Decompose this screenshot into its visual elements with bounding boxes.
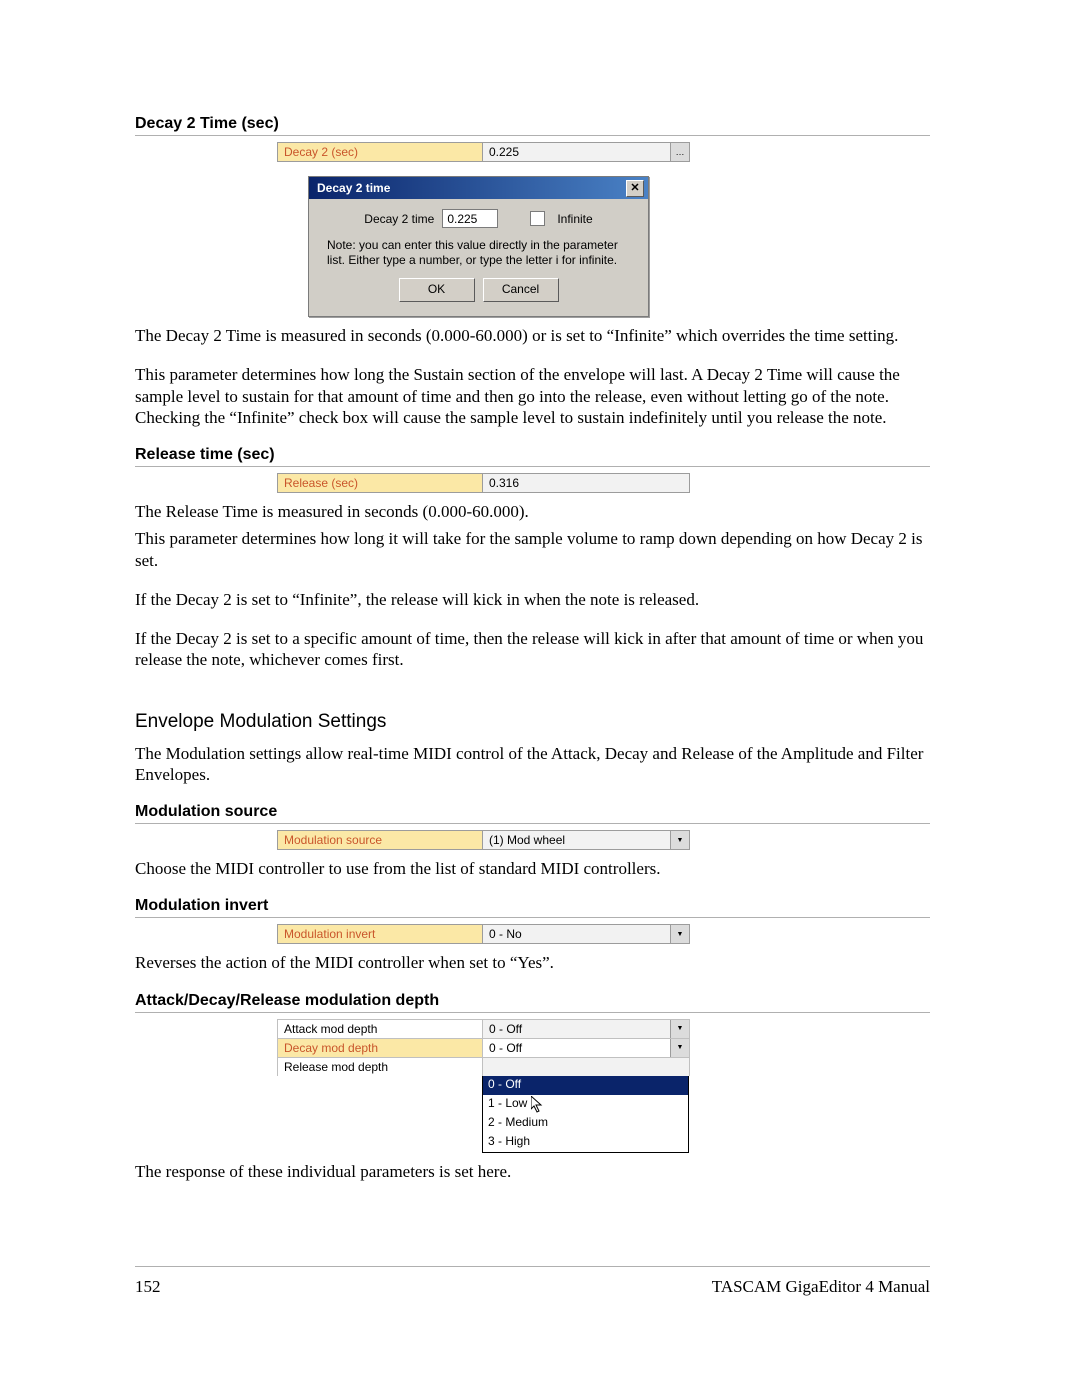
param-label: Decay mod depth bbox=[278, 1039, 483, 1057]
body-text: Choose the MIDI controller to use from t… bbox=[135, 858, 930, 879]
ellipsis-button[interactable]: … bbox=[670, 143, 689, 161]
heading-env-mod: Envelope Modulation Settings bbox=[135, 711, 930, 733]
close-icon[interactable]: ✕ bbox=[626, 180, 644, 197]
dropdown-icon[interactable]: ▼ bbox=[670, 1020, 689, 1038]
body-text: Reverses the action of the MIDI controll… bbox=[135, 952, 930, 973]
dropdown-option[interactable]: 1 - Low bbox=[483, 1095, 688, 1114]
dropdown-option[interactable]: 2 - Medium bbox=[483, 1114, 688, 1133]
param-value[interactable]: 0 - Off bbox=[483, 1039, 670, 1057]
infinite-checkbox-label: Infinite bbox=[557, 212, 592, 226]
body-text: This parameter determines how long the S… bbox=[135, 364, 930, 428]
row-release-mod-depth[interactable]: Release mod depth bbox=[277, 1057, 690, 1076]
dropdown-icon[interactable]: ▼ bbox=[670, 1039, 689, 1057]
param-label: Attack mod depth bbox=[278, 1020, 483, 1038]
body-text: If the Decay 2 is set to “Infinite”, the… bbox=[135, 589, 930, 610]
row-attack-mod-depth[interactable]: Attack mod depth 0 - Off ▼ bbox=[277, 1019, 690, 1038]
mod-depth-table: Attack mod depth 0 - Off ▼ Decay mod dep… bbox=[277, 1019, 690, 1153]
dropdown-icon[interactable]: ▼ bbox=[670, 831, 689, 849]
param-row-mod-invert[interactable]: Modulation invert 0 - No ▼ bbox=[277, 924, 690, 944]
body-text: This parameter determines how long it wi… bbox=[135, 528, 930, 571]
heading-mod-invert: Modulation invert bbox=[135, 897, 930, 918]
body-text: If the Decay 2 is set to a specific amou… bbox=[135, 628, 930, 671]
ok-button[interactable]: OK bbox=[399, 278, 475, 302]
param-label: Modulation source bbox=[278, 831, 483, 849]
body-text: The Decay 2 Time is measured in seconds … bbox=[135, 325, 930, 346]
mouse-cursor-icon bbox=[531, 1096, 544, 1114]
row-decay-mod-depth[interactable]: Decay mod depth 0 - Off ▼ bbox=[277, 1038, 690, 1057]
dropdown-option[interactable]: 3 - High bbox=[483, 1133, 688, 1152]
dialog-titlebar: Decay 2 time ✕ bbox=[309, 177, 648, 199]
dropdown-icon[interactable]: ▼ bbox=[670, 925, 689, 943]
param-value[interactable] bbox=[483, 1058, 689, 1076]
param-label: Release (sec) bbox=[278, 474, 483, 492]
heading-decay2: Decay 2 Time (sec) bbox=[135, 115, 930, 136]
param-value[interactable]: (1) Mod wheel bbox=[483, 831, 670, 849]
mod-depth-dropdown-list[interactable]: 0 - Off 1 - Low 2 - Medium 3 - High bbox=[482, 1076, 689, 1153]
body-text: The Release Time is measured in seconds … bbox=[135, 501, 930, 522]
param-value[interactable]: 0 - Off bbox=[483, 1020, 670, 1038]
dialog-field-label: Decay 2 time bbox=[364, 212, 434, 226]
heading-mod-source: Modulation source bbox=[135, 803, 930, 824]
book-title: TASCAM GigaEditor 4 Manual bbox=[712, 1277, 930, 1297]
dialog-title: Decay 2 time bbox=[317, 181, 390, 195]
param-value[interactable]: 0 - No bbox=[483, 925, 670, 943]
body-text: The Modulation settings allow real-time … bbox=[135, 743, 930, 786]
heading-release: Release time (sec) bbox=[135, 446, 930, 467]
param-label: Modulation invert bbox=[278, 925, 483, 943]
param-row-mod-source[interactable]: Modulation source (1) Mod wheel ▼ bbox=[277, 830, 690, 850]
dialog-note: Note: you can enter this value directly … bbox=[327, 238, 630, 268]
dropdown-option-label: 1 - Low bbox=[488, 1096, 527, 1110]
param-label: Release mod depth bbox=[278, 1058, 483, 1076]
decay2-time-input[interactable] bbox=[442, 209, 498, 228]
heading-mod-depth: Attack/Decay/Release modulation depth bbox=[135, 992, 930, 1013]
dropdown-option[interactable]: 0 - Off bbox=[483, 1076, 688, 1095]
infinite-checkbox[interactable] bbox=[530, 211, 545, 226]
param-label: Decay 2 (sec) bbox=[278, 143, 483, 161]
param-value[interactable]: 0.225 bbox=[483, 143, 670, 161]
param-value[interactable]: 0.316 bbox=[483, 474, 689, 492]
param-row-decay2[interactable]: Decay 2 (sec) 0.225 … bbox=[277, 142, 690, 162]
body-text: The response of these individual paramet… bbox=[135, 1161, 930, 1182]
param-row-release[interactable]: Release (sec) 0.316 bbox=[277, 473, 690, 493]
cancel-button[interactable]: Cancel bbox=[483, 278, 559, 302]
decay2-dialog: Decay 2 time ✕ Decay 2 time Infinite Not… bbox=[308, 176, 649, 317]
page-number: 152 bbox=[135, 1277, 161, 1297]
